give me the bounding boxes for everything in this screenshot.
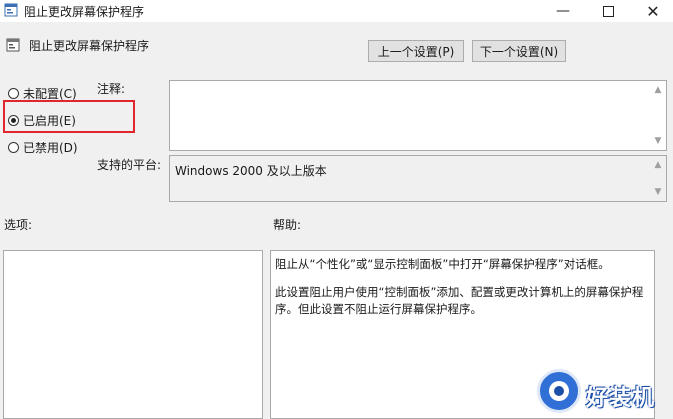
help-label: 帮助: xyxy=(273,218,302,232)
maximize-button[interactable] xyxy=(586,0,630,22)
supported-platform-field: Windows 2000 及以上版本 ▲ ▼ xyxy=(169,155,667,202)
comment-textarea[interactable]: ▲ ▼ xyxy=(169,80,667,151)
maximize-icon xyxy=(602,5,614,17)
platform-value: Windows 2000 及以上版本 xyxy=(175,164,327,178)
radio-disabled[interactable]: 已禁用(D) xyxy=(8,139,78,156)
scroll-up-icon[interactable]: ▲ xyxy=(652,84,664,96)
title-bar: 阻止更改屏幕保护程序 — ✕ xyxy=(0,0,673,22)
comment-label: 注释: xyxy=(97,82,126,96)
highlight-box xyxy=(3,100,135,133)
scroll-down-icon[interactable]: ▼ xyxy=(652,186,664,198)
watermark-text: 好装机 xyxy=(586,386,656,411)
close-button[interactable]: ✕ xyxy=(631,0,673,22)
radio-button[interactable] xyxy=(8,142,19,153)
watermark-eye-icon xyxy=(549,381,569,401)
policy-setting-icon xyxy=(6,38,20,52)
radio-label: 已禁用(D) xyxy=(23,141,78,155)
scroll-down-icon[interactable]: ▼ xyxy=(652,135,664,147)
radio-button[interactable] xyxy=(8,88,19,99)
previous-setting-button[interactable]: 上一个设置(P) xyxy=(368,40,464,62)
help-paragraph: 此设置阻止用户使用“控制面板”添加、配置或更改计算机上的屏幕保护程序。但此设置不… xyxy=(275,285,644,316)
platform-label: 支持的平台: xyxy=(97,158,162,172)
options-panel xyxy=(3,250,263,419)
policy-setting-icon xyxy=(4,3,18,17)
options-label: 选项: xyxy=(4,218,33,232)
help-paragraph: 阻止从“个性化”或“显示控制面板”中打开“屏幕保护程序”对话框。 xyxy=(275,257,610,271)
next-setting-button[interactable]: 下一个设置(N) xyxy=(472,40,566,62)
scroll-up-icon[interactable]: ▲ xyxy=(652,159,664,171)
minimize-button[interactable]: — xyxy=(541,0,585,22)
watermark-logo-icon xyxy=(537,369,581,413)
window-title: 阻止更改屏幕保护程序 xyxy=(24,5,145,19)
setting-name: 阻止更改屏幕保护程序 xyxy=(29,39,150,53)
help-text: 阻止从“个性化”或“显示控制面板”中打开“屏幕保护程序”对话框。 此设置阻止用户… xyxy=(275,256,650,329)
